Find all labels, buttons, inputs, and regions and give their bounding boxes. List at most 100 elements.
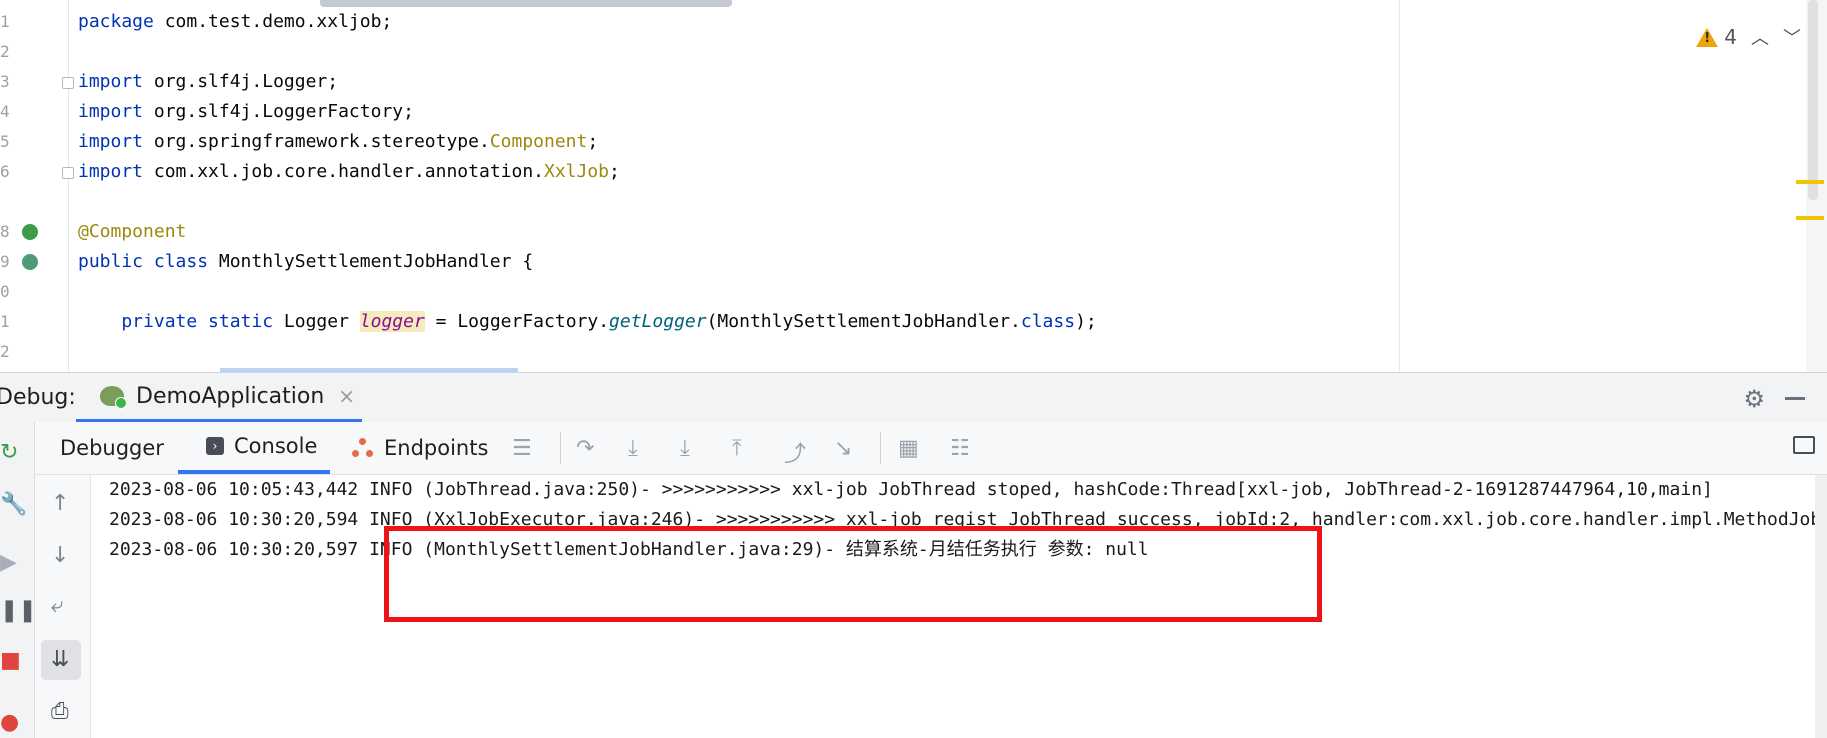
tab-console-label: Console — [234, 434, 318, 458]
view-breakpoints-icon[interactable]: ● — [0, 710, 19, 735]
next-highlight-icon[interactable]: ﹀ — [1783, 24, 1801, 50]
fold-end-icon[interactable] — [62, 167, 74, 179]
code-token: org.slf4j.Logger; — [143, 71, 339, 92]
debug-toolbar: Debugger › Console Endpoints ☰ ↷ ⤓ ⤓ ⤒ ⤴… — [0, 422, 1827, 475]
debug-window-title: Debug: — [0, 385, 76, 410]
inspection-widget[interactable]: 4 ︿ ﹀ — [1696, 22, 1801, 52]
code-token: (MonthlySettlementJobHandler. — [706, 311, 1021, 332]
tab-endpoints-label: Endpoints — [384, 436, 489, 460]
console-scrollbar[interactable] — [1815, 475, 1827, 738]
step-into-icon[interactable]: ⤓ — [628, 436, 638, 461]
code-editor[interactable]: 1 2 3 4 5 6 8 9 0 1 2 package com.test.demo.xxljob… — [0, 0, 1827, 372]
tab-debugger[interactable]: Debugger — [60, 422, 164, 474]
code-token: com.test.demo.xxljob; — [153, 11, 393, 32]
warning-stripe-mark[interactable] — [1796, 180, 1824, 184]
code-line[interactable]: import com.xxl.job.core.handler.annotati… — [78, 157, 620, 187]
code-token: MonthlySettlementJobHandler { — [208, 251, 534, 272]
code-line[interactable]: package com.test.demo.xxljob; — [78, 7, 392, 37]
stop-icon[interactable]: ■ — [0, 648, 21, 673]
line-number: 2 — [0, 342, 10, 361]
code-token: public class — [78, 251, 209, 272]
code-line[interactable]: import org.springframework.stereotype.Co… — [78, 127, 598, 157]
force-step-into-icon[interactable]: ⤓ — [680, 436, 690, 461]
gear-icon[interactable]: ⚙ — [1743, 385, 1765, 413]
red-highlight-annotation — [384, 526, 1322, 622]
console-line[interactable]: 2023-08-06 10:05:43,442 INFO (JobThread.… — [109, 475, 1713, 505]
tab-debugger-label: Debugger — [60, 436, 164, 460]
code-token: package — [78, 11, 154, 32]
code-token: getLogger — [609, 311, 707, 332]
line-number: 3 — [0, 72, 10, 91]
resume-icon[interactable]: ▶ — [0, 550, 17, 575]
step-out-icon[interactable]: ⤒ — [732, 436, 742, 461]
line-number: 9 — [0, 252, 10, 271]
tab-scroll-thumb[interactable] — [320, 0, 732, 7]
up-arrow-icon[interactable]: ↑ — [51, 491, 69, 516]
code-token: import — [78, 161, 144, 182]
threads-list-icon[interactable]: ☰ — [512, 436, 532, 461]
line-number: 5 — [0, 132, 10, 151]
code-token: XxlJob — [544, 161, 610, 182]
debug-actions-rail: ↻ 🔧 ▶ ❚❚ ■ ● — [0, 422, 37, 738]
endpoints-icon — [352, 438, 374, 458]
minimize-icon[interactable] — [1785, 397, 1805, 400]
warning-count[interactable]: 4 — [1724, 25, 1737, 49]
spring-boot-icon — [100, 386, 127, 409]
line-number: 0 — [0, 282, 10, 301]
trace-current-stream-icon[interactable]: ☷ — [950, 436, 970, 461]
code-line[interactable]: public class MonthlySettlementJobHandler… — [78, 247, 533, 277]
code-token: import — [78, 101, 144, 122]
tab-endpoints[interactable]: Endpoints — [352, 422, 488, 474]
code-token: ; — [587, 131, 599, 152]
step-over-icon[interactable]: ↷ — [576, 436, 594, 461]
code-line[interactable]: private static Logger logger = LoggerFac… — [78, 307, 1097, 337]
evaluate-expression-icon[interactable]: ▦ — [898, 436, 919, 461]
tab-console[interactable]: › Console — [178, 422, 330, 474]
spring-bean-icon[interactable] — [22, 224, 38, 240]
code-token: class — [1020, 311, 1076, 332]
code-line[interactable]: @Component — [78, 217, 186, 247]
code-token: Component — [489, 131, 588, 152]
code-token: ); — [1075, 311, 1097, 332]
line-number: 4 — [0, 102, 10, 121]
code-token: org.slf4j.LoggerFactory; — [143, 101, 414, 122]
code-token: import — [78, 131, 144, 152]
run-configuration-tab[interactable]: DemoApplication × — [76, 373, 362, 423]
code-token: logger — [359, 311, 425, 332]
soft-wrap-icon[interactable]: ⤶ — [51, 593, 63, 618]
close-icon[interactable]: × — [338, 384, 355, 408]
drop-frame-icon[interactable]: ⤴ — [784, 436, 806, 468]
line-number: 1 — [0, 312, 10, 331]
run-to-cursor-icon[interactable]: ↘ — [834, 436, 852, 461]
fold-start-icon[interactable] — [62, 77, 74, 89]
rerun-icon[interactable]: ↻ — [0, 440, 18, 465]
print-icon[interactable]: ⎙ — [51, 699, 69, 724]
console-side-toolbar: ↑ ↓ ⤶ ⇊ ⎙ — [35, 475, 91, 738]
code-token: com.xxl.job.core.handler.annotation. — [143, 161, 544, 182]
down-arrow-icon[interactable]: ↓ — [51, 543, 69, 568]
previous-highlight-icon[interactable]: ︿ — [1751, 24, 1769, 50]
console-icon: › — [206, 437, 224, 455]
pause-icon[interactable]: ❚❚ — [0, 598, 37, 623]
code-token: @Component — [78, 221, 187, 242]
warning-stripe-mark[interactable] — [1796, 216, 1824, 220]
scroll-to-end-icon[interactable]: ⇊ — [51, 647, 69, 672]
vertical-scroll-thumb[interactable] — [1808, 0, 1818, 200]
layout-settings-icon[interactable] — [1793, 436, 1815, 454]
right-margin-guide — [1399, 0, 1400, 372]
line-number: 8 — [0, 222, 10, 241]
settings-wrench-icon[interactable]: 🔧 — [0, 492, 27, 517]
spring-bean-navigate-icon[interactable] — [22, 254, 38, 270]
debug-tool-window-header: Debug: DemoApplication × ⚙ — [0, 372, 1827, 424]
run-tab-label: DemoApplication — [136, 383, 325, 409]
code-token: private static — [78, 311, 274, 332]
code-token: Logger — [273, 311, 360, 332]
line-number: 6 — [0, 162, 10, 181]
code-token: = LoggerFactory. — [424, 311, 610, 332]
toolbar-separator — [560, 432, 561, 464]
warning-icon[interactable] — [1696, 27, 1719, 47]
code-line[interactable]: import org.slf4j.Logger; — [78, 67, 338, 97]
toolbar-separator — [880, 432, 881, 464]
code-line[interactable]: import org.slf4j.LoggerFactory; — [78, 97, 414, 127]
code-token: ; — [609, 161, 620, 182]
